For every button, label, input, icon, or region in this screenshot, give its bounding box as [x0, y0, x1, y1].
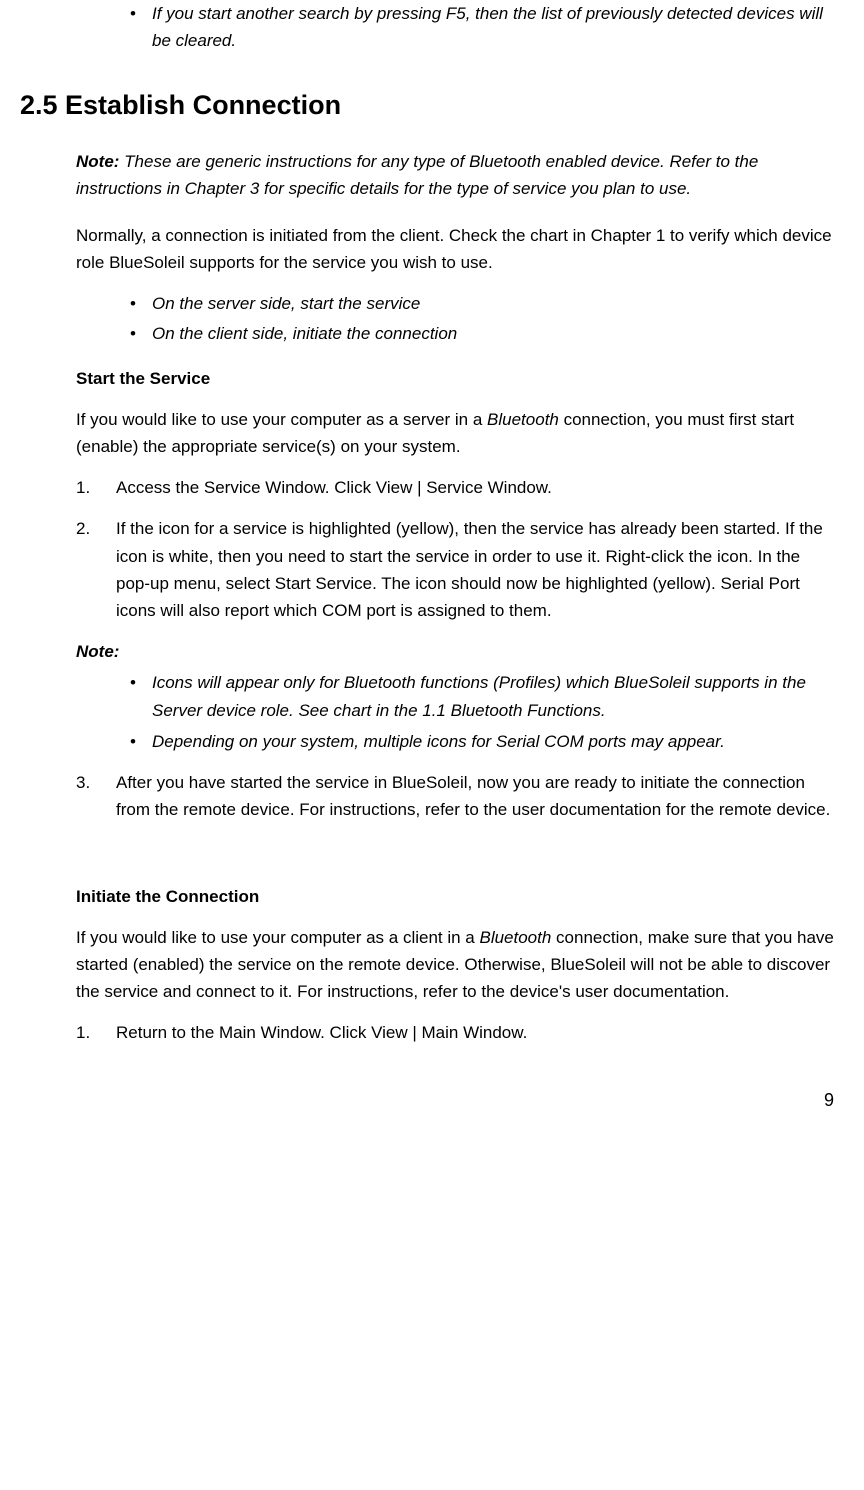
note-heading: Note:: [76, 638, 834, 665]
note-label: Note:: [76, 152, 119, 171]
text-pre: If you would like to use your computer a…: [76, 928, 479, 947]
numbered-list-1: 1. Access the Service Window. Click View…: [76, 474, 834, 624]
item-text: If the icon for a service is highlighted…: [116, 519, 823, 620]
initiate-heading: Initiate the Connection: [76, 883, 834, 910]
initiate-paragraph: If you would like to use your computer a…: [76, 924, 834, 1006]
item-number: 2.: [76, 515, 90, 542]
list-item: 3. After you have started the service in…: [76, 769, 834, 823]
numbered-list-2: 3. After you have started the service in…: [76, 769, 834, 823]
item-number: 1.: [76, 474, 90, 501]
list-item: Icons will appear only for Bluetooth fun…: [130, 669, 834, 723]
note-text: These are generic instructions for any t…: [76, 152, 758, 198]
start-service-heading: Start the Service: [76, 365, 834, 392]
list-item: 1. Access the Service Window. Click View…: [76, 474, 834, 501]
bluetooth-italic: Bluetooth: [487, 410, 559, 429]
item-text: After you have started the service in Bl…: [116, 773, 830, 819]
page-number: 9: [20, 1086, 844, 1115]
note-paragraph: Note: These are generic instructions for…: [76, 148, 834, 202]
list-item: 2. If the icon for a service is highligh…: [76, 515, 834, 624]
bluetooth-italic: Bluetooth: [479, 928, 551, 947]
section-heading: 2.5 Establish Connection: [20, 84, 844, 127]
item-text: Return to the Main Window. Click View | …: [116, 1023, 527, 1042]
list-item: On the client side, initiate the connect…: [130, 320, 844, 347]
list-item: Depending on your system, multiple icons…: [130, 728, 834, 755]
item-number: 1.: [76, 1019, 90, 1046]
numbered-list-3: 1. Return to the Main Window. Click View…: [76, 1019, 834, 1046]
list-item: On the server side, start the service: [130, 290, 844, 317]
item-text: Access the Service Window. Click View | …: [116, 478, 552, 497]
list-item: 1. Return to the Main Window. Click View…: [76, 1019, 834, 1046]
list-item: If you start another search by pressing …: [130, 0, 844, 54]
intro-paragraph: Normally, a connection is initiated from…: [76, 222, 834, 276]
text-pre: If you would like to use your computer a…: [76, 410, 487, 429]
note-bullet-list: Icons will appear only for Bluetooth fun…: [76, 669, 834, 755]
intro-bullet-list: On the server side, start the service On…: [20, 290, 844, 346]
item-number: 3.: [76, 769, 90, 796]
start-service-paragraph: If you would like to use your computer a…: [76, 406, 834, 460]
top-bullet-list: If you start another search by pressing …: [20, 0, 844, 54]
